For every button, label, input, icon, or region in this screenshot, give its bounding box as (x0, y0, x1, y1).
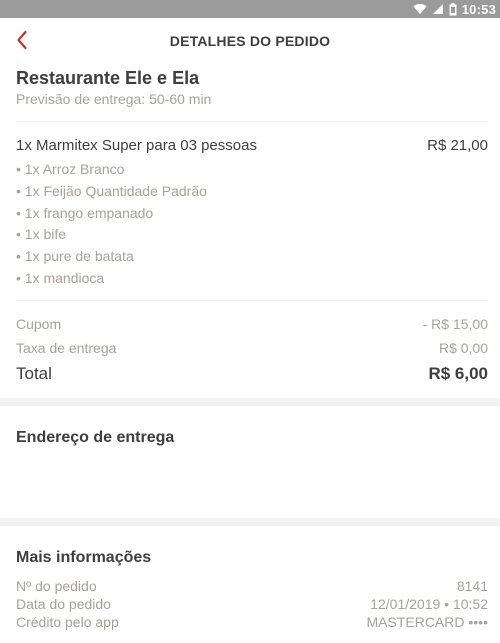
coupon-label: Cupom (16, 316, 62, 332)
status-icons: 10:53 (413, 0, 496, 18)
signal-icon (432, 4, 443, 14)
order-item-name: 1x Marmitex Super para 03 pessoas (16, 137, 257, 154)
list-item: • 1x Arroz Branco (16, 161, 125, 177)
battery-icon (449, 2, 457, 15)
wifi-icon (413, 3, 427, 15)
page-title: DETALHES DO PEDIDO (169, 33, 331, 49)
order-item-price: R$ 21,00 (427, 137, 488, 154)
total-label: Total (16, 364, 52, 383)
divider (16, 300, 488, 301)
list-item: • 1x mandioca (16, 269, 105, 286)
list-item: • 1x bife (16, 226, 67, 243)
order-number-value: 8141 (456, 578, 488, 594)
section-separator (0, 518, 500, 526)
app-bar: DETALHES DO PEDIDO (0, 18, 500, 64)
order-number-label: Nº do pedido (16, 578, 97, 594)
restaurant-name: Restaurante Ele e Ela (16, 68, 200, 88)
delivery-fee-value: R$ 0,00 (438, 340, 488, 356)
section-separator (0, 398, 500, 406)
payment-label: Crédito pelo app (16, 614, 119, 630)
status-bar: 10:53 (0, 0, 500, 18)
order-date-label: Data do pedido (16, 596, 111, 612)
payment-value: MASTERCARD •••• (366, 614, 488, 630)
more-info-title: Mais informações (16, 549, 152, 566)
delivery-address-title: Endereço de entrega (16, 429, 175, 446)
delivery-estimate: Previsão de entrega: 50-60 min (16, 91, 212, 107)
order-item-options: • 1x Arroz Branco • 1x Feijão Quantidade… (16, 161, 207, 292)
order-date-value: 12/01/2019 • 10:52 (370, 596, 488, 612)
delivery-fee-label: Taxa de entrega (16, 340, 117, 356)
list-item: • 1x frango empanado (16, 204, 154, 221)
divider (16, 121, 488, 122)
list-item: • 1x pure de batata (16, 248, 134, 265)
list-item: • 1x Feijão Quantidade Padrão (16, 182, 207, 199)
coupon-value: - R$ 15,00 (422, 316, 488, 332)
total-value: R$ 6,00 (428, 364, 488, 383)
status-time: 10:53 (461, 1, 496, 17)
